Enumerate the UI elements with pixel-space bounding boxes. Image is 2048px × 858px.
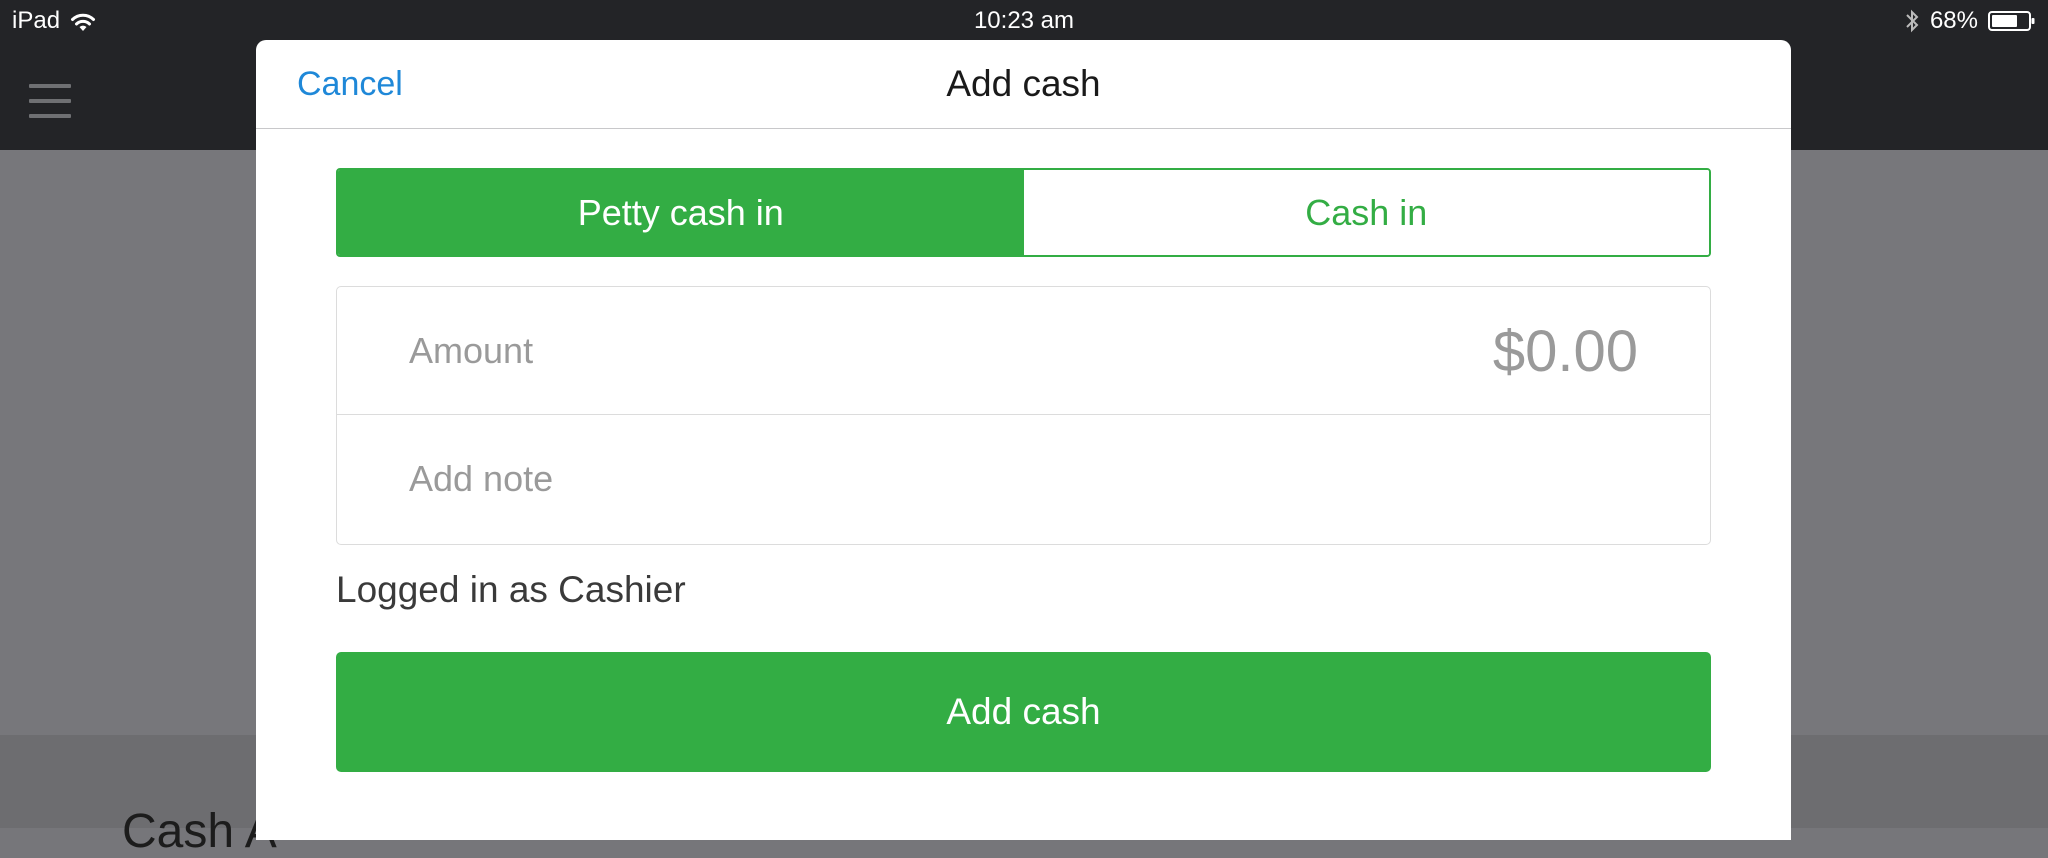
status-bar: iPad 10:23 am 68% bbox=[0, 0, 2048, 40]
battery-icon bbox=[1988, 10, 2036, 32]
cash-form: Amount $0.00 bbox=[336, 286, 1711, 545]
note-input[interactable] bbox=[409, 454, 1629, 504]
menu-icon[interactable] bbox=[29, 80, 71, 122]
note-row bbox=[337, 416, 1710, 544]
amount-label: Amount bbox=[409, 330, 534, 371]
add-cash-button[interactable]: Add cash bbox=[336, 652, 1711, 772]
bluetooth-icon bbox=[1904, 8, 1920, 34]
modal-header: Cancel Add cash bbox=[256, 40, 1791, 129]
add-cash-modal: Cancel Add cash Petty cash in Cash in Am… bbox=[256, 40, 1791, 840]
modal-title: Add cash bbox=[946, 63, 1101, 104]
battery-percent: 68% bbox=[1929, 7, 1978, 34]
amount-field[interactable]: $0.00 bbox=[1493, 317, 1638, 387]
status-right: 68% bbox=[1904, 7, 2036, 35]
segment-petty-cash-in[interactable]: Petty cash in bbox=[338, 170, 1024, 255]
cash-type-segmented-control: Petty cash in Cash in bbox=[336, 168, 1711, 257]
background-section-title: Cash A bbox=[122, 805, 277, 858]
amount-row[interactable]: Amount $0.00 bbox=[337, 287, 1710, 415]
logged-in-label: Logged in as Cashier bbox=[336, 569, 686, 610]
status-time: 10:23 am bbox=[973, 7, 1075, 34]
segment-cash-in[interactable]: Cash in bbox=[1023, 170, 1709, 255]
